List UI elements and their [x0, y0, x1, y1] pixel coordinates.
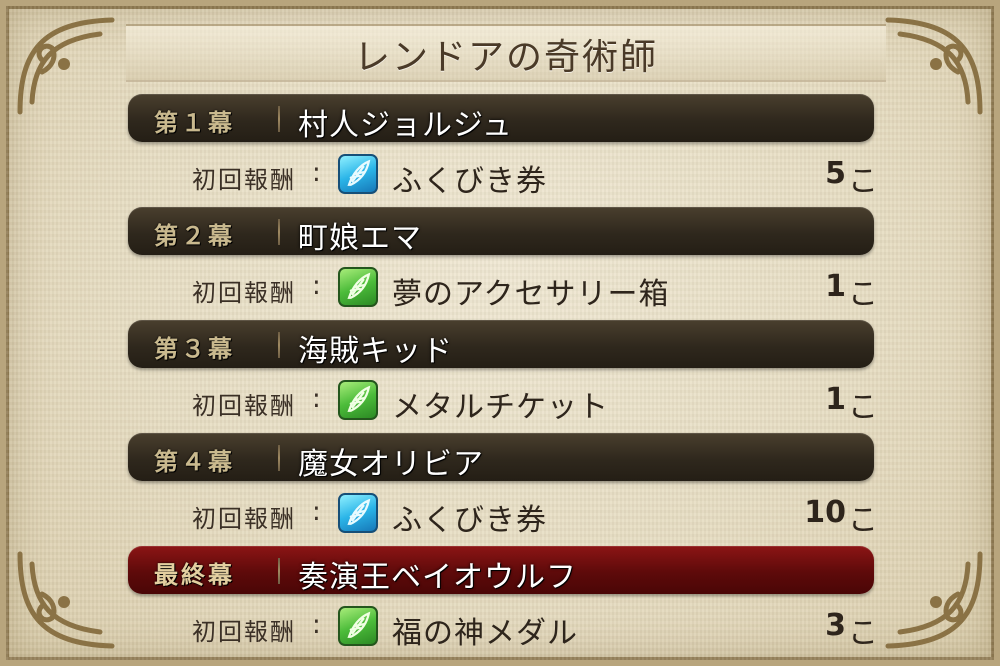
chapter-name: 海賊キッド: [298, 334, 453, 369]
quantity-unit: こ: [848, 390, 878, 425]
reward-label: 初回報酬: [192, 505, 296, 533]
feather-item-icon: [338, 267, 378, 307]
reward-item-name: 夢のアクセサリー箱: [392, 277, 670, 312]
colon: :: [312, 610, 321, 640]
chapter-header-final[interactable]: 最終幕 奏演王ベイオウルフ: [128, 546, 874, 595]
chapter-list: 第１幕 村人ジョルジュ 初回報酬 : ふくびき券 5 こ 第２幕 町娘エマ 初回…: [6, 6, 994, 660]
reward-quantity: 5: [825, 156, 846, 191]
feather-ticket-icon: [338, 154, 378, 194]
reward-label: 初回報酬: [192, 279, 296, 307]
chapter-name: 村人ジョルジュ: [298, 108, 513, 143]
header-divider: [278, 445, 280, 471]
colon: :: [312, 384, 321, 414]
act-label: 第２幕: [154, 222, 235, 250]
reward-label: 初回報酬: [192, 392, 296, 420]
reward-row: 初回報酬 : ふくびき券 10 こ: [6, 491, 994, 538]
reward-item-name: ふくびき券: [392, 503, 547, 538]
chapter-entry: 第３幕 海賊キッド 初回報酬 : メタルチケット 1 こ: [6, 320, 994, 433]
act-label: 最終幕: [154, 561, 235, 589]
quantity-unit: こ: [848, 277, 878, 312]
header-divider: [278, 219, 280, 245]
chapter-name: 奏演王ベイオウルフ: [298, 560, 577, 595]
reward-row: 初回報酬 : 夢のアクセサリー箱 1 こ: [6, 265, 994, 312]
header-divider: [278, 106, 280, 132]
quantity-unit: こ: [848, 164, 878, 199]
reward-label: 初回報酬: [192, 618, 296, 646]
reward-item-name: 福の神メダル: [392, 616, 578, 651]
reward-row: 初回報酬 : 福の神メダル 3 こ: [6, 604, 994, 651]
colon: :: [312, 158, 321, 188]
chapter-header[interactable]: 第３幕 海賊キッド: [128, 320, 874, 369]
act-label: 第１幕: [154, 109, 235, 137]
act-label: 第３幕: [154, 335, 235, 363]
reward-quantity: 10: [804, 495, 846, 530]
chapter-entry: 第４幕 魔女オリビア 初回報酬 : ふくびき券 10 こ: [6, 433, 994, 546]
chapter-name: 魔女オリビア: [298, 447, 484, 482]
reward-panel: レンドアの奇術師 第１幕 村人ジョルジュ 初回報酬 : ふくびき券 5 こ 第２…: [0, 0, 1000, 666]
chapter-header[interactable]: 第１幕 村人ジョルジュ: [128, 94, 874, 143]
feather-item-icon: [338, 606, 378, 646]
feather-item-icon: [338, 380, 378, 420]
quantity-unit: こ: [848, 503, 878, 538]
colon: :: [312, 497, 321, 527]
reward-quantity: 1: [825, 269, 846, 304]
chapter-header[interactable]: 第４幕 魔女オリビア: [128, 433, 874, 482]
quantity-unit: こ: [848, 616, 878, 651]
reward-item-name: メタルチケット: [392, 390, 609, 425]
reward-quantity: 3: [825, 608, 846, 643]
chapter-entry: 第２幕 町娘エマ 初回報酬 : 夢のアクセサリー箱 1 こ: [6, 207, 994, 320]
reward-row: 初回報酬 : メタルチケット 1 こ: [6, 378, 994, 425]
chapter-entry: 第１幕 村人ジョルジュ 初回報酬 : ふくびき券 5 こ: [6, 94, 994, 207]
reward-row: 初回報酬 : ふくびき券 5 こ: [6, 152, 994, 199]
feather-ticket-icon: [338, 493, 378, 533]
colon: :: [312, 271, 321, 301]
header-divider: [278, 332, 280, 358]
reward-label: 初回報酬: [192, 166, 296, 194]
header-divider: [278, 558, 280, 584]
chapter-name: 町娘エマ: [298, 221, 422, 256]
chapter-entry-final: 最終幕 奏演王ベイオウルフ 初回報酬 : 福の神メダル 3 こ: [6, 546, 994, 659]
reward-quantity: 1: [825, 382, 846, 417]
reward-item-name: ふくびき券: [392, 164, 547, 199]
chapter-header[interactable]: 第２幕 町娘エマ: [128, 207, 874, 256]
act-label: 第４幕: [154, 448, 235, 476]
